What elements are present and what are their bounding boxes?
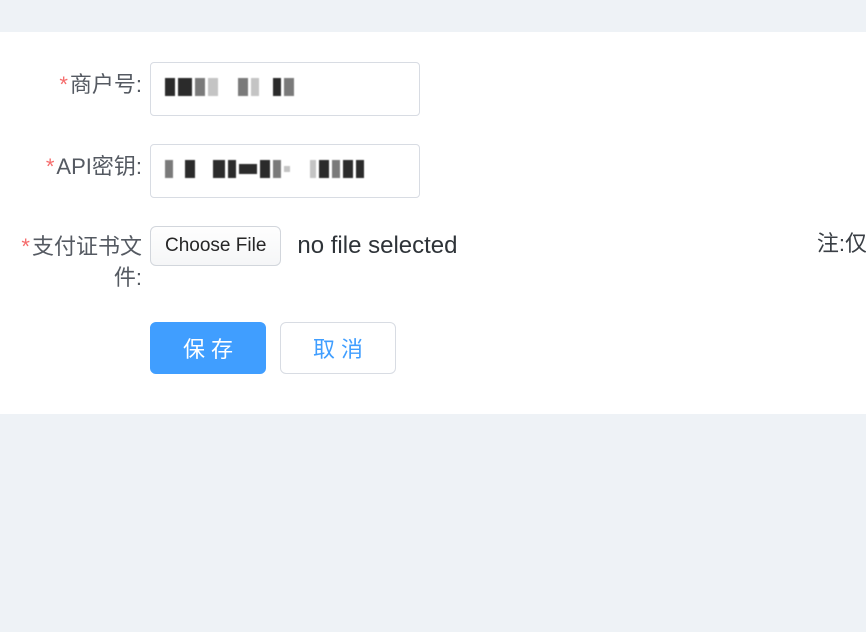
- label-cert-file: *支付证书文件:: [0, 226, 150, 294]
- label-text-api-key: API密钥:: [56, 154, 142, 179]
- control-cert-file: Choose File no file selected: [150, 226, 458, 266]
- form-row-api-key: *API密钥:: [0, 144, 866, 198]
- control-merchant-id: [150, 62, 420, 116]
- required-star-icon: *: [21, 234, 30, 259]
- required-star-icon: *: [59, 72, 68, 97]
- form-row-cert-file: *支付证书文件: Choose File no file selected 注:…: [0, 226, 866, 294]
- form-row-merchant-id: *商户号:: [0, 62, 866, 116]
- settings-form-panel: *商户号: *API密钥:: [0, 32, 866, 414]
- cert-file-note: 注:仅: [817, 226, 866, 258]
- redacted-content: [165, 160, 364, 178]
- label-merchant-id: *商户号:: [0, 62, 150, 101]
- control-api-key: [150, 144, 420, 198]
- merchant-id-input[interactable]: [150, 62, 420, 116]
- choose-file-button[interactable]: Choose File: [150, 226, 281, 266]
- label-api-key: *API密钥:: [0, 144, 150, 183]
- api-key-input[interactable]: [150, 144, 420, 198]
- label-text-merchant-id: 商户号:: [70, 72, 142, 97]
- action-buttons: 保存 取消: [150, 322, 396, 374]
- label-text-cert-file: 支付证书文件:: [32, 234, 142, 290]
- redacted-content: [165, 78, 294, 96]
- form-action-row: 保存 取消: [0, 322, 866, 374]
- no-file-selected-text: no file selected: [297, 232, 457, 260]
- required-star-icon: *: [46, 154, 55, 179]
- cancel-button[interactable]: 取消: [280, 322, 396, 374]
- save-button[interactable]: 保存: [150, 322, 266, 374]
